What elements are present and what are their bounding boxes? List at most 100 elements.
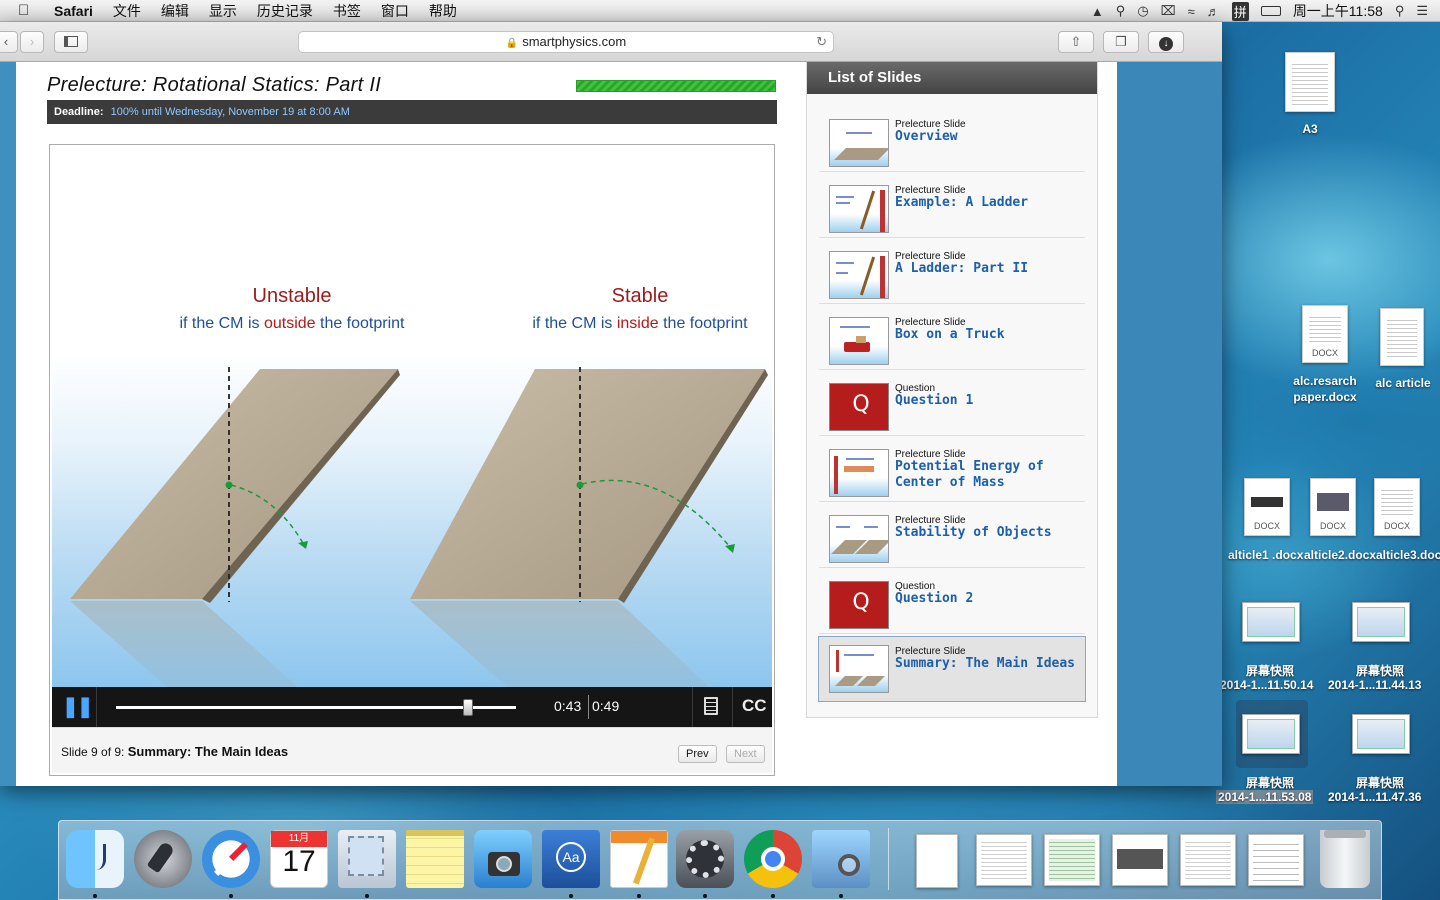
dock-chrome[interactable] (744, 830, 802, 888)
desktop-icon-alticle3[interactable]: DOCX alticle3.docx (1358, 478, 1440, 568)
download-icon: ↓ (1159, 37, 1173, 51)
slide-list-item-example-ladder[interactable]: Prelecture Slide Example: A Ladder (819, 172, 1085, 238)
clock[interactable]: 周一上午11:58 (1293, 1, 1383, 21)
stable-block (410, 369, 765, 599)
running-indicator (637, 894, 641, 898)
safari-window: ‹ › 🔒smartphysics.com ↻ ⇧ ❐ ↓ + Prelectu… (0, 22, 1222, 786)
desktop-icon-a3[interactable]: A3 (1270, 52, 1350, 142)
reload-icon[interactable]: ↻ (816, 32, 827, 52)
dock-finder[interactable] (66, 830, 124, 888)
desktop-icon-alc-article[interactable]: alc article (1363, 308, 1440, 398)
apple-menu-icon[interactable]:  (18, 2, 40, 19)
next-button[interactable]: Next (726, 745, 765, 763)
dock-document-5[interactable] (1248, 834, 1304, 886)
volume-icon[interactable]: ♬ (1207, 4, 1220, 19)
slide-list-item-question-1[interactable]: Q Question Question 1 (819, 370, 1085, 436)
slide-list-item-question-2[interactable]: Q Question Question 2 (819, 568, 1085, 634)
compass-icon (214, 842, 248, 876)
share-button[interactable]: ⇧ (1058, 31, 1094, 53)
question-q-icon: Q (852, 590, 870, 615)
sidebar-toggle-button[interactable] (54, 31, 88, 53)
seek-track[interactable] (116, 706, 516, 709)
slide-canvas[interactable]: Unstable if the CM is outside the footpr… (52, 147, 772, 687)
desktop-icon-alc-research[interactable]: DOCX alc.resarch paper.docx (1285, 305, 1365, 405)
menu-bookmarks[interactable]: 书签 (333, 1, 361, 21)
dock-trash[interactable] (1320, 830, 1370, 888)
search-status-icon[interactable]: ⚲ (1116, 3, 1126, 19)
url-text: smartphysics.com (522, 34, 627, 49)
slide-title: Stability of Objects (895, 525, 1052, 540)
prev-button[interactable]: Prev (678, 745, 717, 763)
slide-title: Potential Energy of Center of Mass (895, 459, 1044, 490)
dock-document-2[interactable] (1044, 834, 1100, 886)
menu-history[interactable]: 历史记录 (257, 1, 313, 21)
bluetooth-icon[interactable]: ⌧ (1161, 3, 1176, 19)
dock-system-preferences[interactable] (676, 830, 734, 888)
pause-button[interactable]: ❚❚ (62, 696, 94, 718)
forward-button[interactable]: › (20, 31, 44, 53)
back-button[interactable]: ‹ (0, 31, 18, 53)
dock-notes[interactable] (406, 830, 464, 888)
menu-app-name[interactable]: Safari (54, 3, 93, 19)
dock-iphoto[interactable] (474, 830, 532, 888)
slide-thumbnail (829, 449, 889, 497)
wifi-icon[interactable]: ≈ (1188, 4, 1195, 19)
battery-icon[interactable] (1260, 6, 1281, 16)
menu-window[interactable]: 窗口 (381, 1, 409, 21)
finder-icon (84, 844, 106, 870)
slide-list-item-stability[interactable]: Prelecture Slide Stability of Objects (819, 502, 1085, 568)
tabs-button[interactable]: ❐ (1103, 31, 1139, 53)
notification-icon[interactable]: ▲ (1091, 4, 1104, 19)
dock-launchpad[interactable] (134, 830, 192, 888)
dock-document-4[interactable] (1180, 834, 1236, 886)
camera-lens (496, 856, 512, 872)
notification-center-icon[interactable]: ☰ (1416, 3, 1428, 19)
dock-dictionary[interactable]: Aa (542, 830, 600, 888)
slide-thumbnail (829, 515, 889, 563)
slide-thumbnail (829, 317, 889, 365)
menu-file[interactable]: 文件 (113, 1, 141, 21)
address-bar[interactable]: 🔒 smartphysics.com ↻ (298, 31, 834, 53)
desktop-icon-screenshot-2[interactable]: 屏幕快照 2014-1...11.44.13 (1328, 602, 1432, 694)
slide-list-item-overview[interactable]: Prelecture Slide Overview (819, 106, 1085, 172)
trash-icon (1324, 830, 1366, 838)
docx-icon: DOCX (1244, 478, 1290, 536)
document-icon (1285, 52, 1335, 112)
player-controls: ❚❚ 0:43 0:49 CC (52, 687, 772, 727)
dock-safari[interactable] (202, 830, 260, 888)
notes-icon[interactable] (704, 697, 718, 715)
rocket-icon (146, 840, 176, 874)
desktop-icon-screenshot-4[interactable]: 屏幕快照 2014-1...11.47.36 (1328, 714, 1432, 806)
deadline-value: 100% until Wednesday, November 19 at 8:0… (110, 106, 350, 118)
dock-calendar[interactable]: 11月 17 (270, 830, 328, 888)
slide-title: Question 2 (895, 591, 974, 606)
time-machine-icon[interactable]: ◷ (1137, 3, 1148, 19)
input-method-icon[interactable]: 拼 (1231, 1, 1249, 21)
seek-thumb[interactable] (463, 699, 473, 716)
time-divider (588, 695, 589, 719)
downloads-button[interactable]: ↓ (1148, 31, 1184, 53)
status-area: ▲ ⚲ ◷ ⌧ ≈ ♬ 拼 周一上午11:58 ⚲ ☰ (1091, 0, 1428, 22)
menu-edit[interactable]: 编辑 (161, 1, 189, 21)
stable-cm-dot (576, 481, 584, 489)
closed-captions-icon[interactable]: CC (742, 696, 767, 716)
spotlight-icon[interactable]: ⚲ (1395, 3, 1405, 19)
menu-help[interactable]: 帮助 (429, 1, 457, 21)
dock-mail[interactable] (338, 830, 396, 888)
desktop-icon-screenshot-3[interactable]: 屏幕快照 2014-1...11.53.08 (1216, 700, 1324, 806)
desktop-icon-screenshot-1[interactable]: 屏幕快照 2014-1...11.50.14 (1220, 602, 1322, 694)
slide-title: Overview (895, 129, 958, 144)
slide-list-item-summary[interactable]: Prelecture Slide Summary: The Main Ideas (818, 636, 1086, 702)
dock-document-blank[interactable] (916, 834, 958, 888)
menu-view[interactable]: 显示 (209, 1, 237, 21)
control-divider (732, 687, 733, 727)
slide-list-item-potential-energy[interactable]: Prelecture Slide Potential Energy of Cen… (819, 436, 1085, 502)
slide-list-item-ladder-part-ii[interactable]: Prelecture Slide A Ladder: Part II (819, 238, 1085, 304)
total-time: 0:49 (592, 698, 620, 714)
page-content: Prelecture: Rotational Statics: Part II … (0, 62, 1222, 786)
dock-document-3[interactable] (1112, 834, 1168, 886)
dock-pages[interactable] (610, 830, 668, 888)
slide-list-item-box-on-truck[interactable]: Prelecture Slide Box on a Truck (819, 304, 1085, 370)
dock-document-1[interactable] (976, 834, 1032, 886)
dock-preview[interactable] (812, 830, 870, 888)
